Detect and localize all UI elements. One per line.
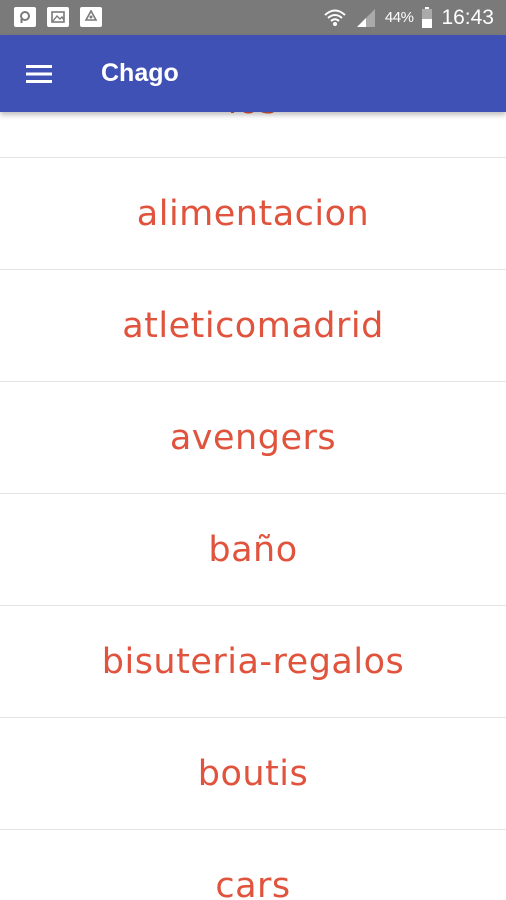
menu-button[interactable] <box>22 59 56 89</box>
category-item[interactable]: ios <box>0 112 506 158</box>
image-notification-icon <box>47 7 69 27</box>
clock: 16:43 <box>441 5 494 29</box>
status-bar: 44% 16:43 <box>0 0 506 35</box>
category-label: baño <box>208 529 298 570</box>
category-item[interactable]: baño <box>0 494 506 606</box>
notification-icon <box>14 7 36 27</box>
category-label: boutis <box>197 753 309 794</box>
category-label: cars <box>215 865 291 900</box>
category-label: bisuteria-regalos <box>101 641 405 682</box>
recycle-notification-icon <box>80 7 102 27</box>
app-title: Chago <box>101 59 179 87</box>
app-bar: Chago <box>0 35 506 112</box>
battery-percentage: 44% <box>384 9 414 26</box>
category-label: alimentacion <box>136 193 370 234</box>
category-item[interactable]: cars <box>0 830 506 900</box>
category-item[interactable]: alimentacion <box>0 158 506 270</box>
battery-icon <box>422 6 433 28</box>
category-item[interactable]: atleticomadrid <box>0 270 506 382</box>
category-item[interactable]: boutis <box>0 718 506 830</box>
category-list[interactable]: ios alimentacion atleticomadrid avengers bañ… <box>0 112 506 900</box>
category-label: avengers <box>169 417 337 458</box>
category-label: ios <box>228 112 279 122</box>
status-notifications <box>14 7 102 27</box>
hamburger-menu-icon <box>26 65 52 83</box>
wifi-icon <box>324 9 346 26</box>
signal-icon <box>356 8 375 27</box>
category-item[interactable]: bisuteria-regalos <box>0 606 506 718</box>
status-system: 44% 16:43 <box>323 0 494 35</box>
category-label: atleticomadrid <box>122 305 384 346</box>
category-item[interactable]: avengers <box>0 382 506 494</box>
